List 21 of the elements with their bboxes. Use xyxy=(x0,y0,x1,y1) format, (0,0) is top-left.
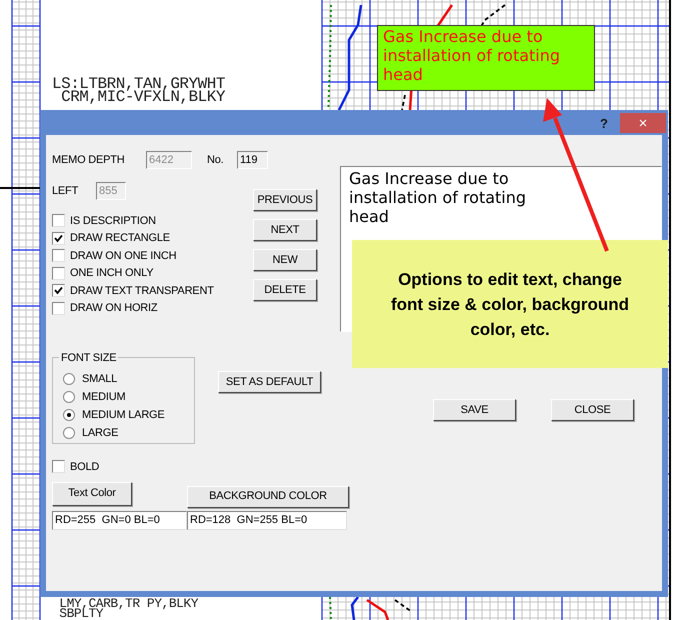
radio-label: SMALL xyxy=(82,372,118,387)
radio-label: LARGE xyxy=(82,426,118,441)
checkbox-label: BOLD xyxy=(70,460,100,474)
field-label: LEFT xyxy=(52,184,80,199)
checkbox-label: IS DESCRIPTION xyxy=(70,214,156,228)
memo-note: Gas Increase due to installation of rotating head xyxy=(377,25,595,91)
radio-label: MEDIUM LARGE xyxy=(82,408,165,423)
checkbox-label: DRAW RECTANGLE xyxy=(70,231,170,246)
checkbox-label: ONE INCH ONLY xyxy=(70,266,154,281)
checkbox-label: DRAW TEXT TRANSPARENT xyxy=(70,284,214,298)
lithology-text: LS:LTBRN,TAN,GRYWHT xyxy=(52,78,225,91)
memo-text: Gas Increase due to installation of rotating head xyxy=(348,168,528,226)
lithology-text: LMY,CARB,TR PY,BLKY xyxy=(58,599,198,609)
field-label: No. xyxy=(207,152,225,168)
field-label: MEMO DEPTH xyxy=(52,152,126,168)
lithology-text: CRM,MIC-VFXLN,BLKY xyxy=(61,91,225,104)
lithology-text: SBPLTY xyxy=(58,609,104,619)
callout-tooltip: Options to edit text, change font size & color, background color, etc. xyxy=(352,240,668,368)
checkbox-label: DRAW ON ONE INCH xyxy=(70,248,176,264)
checkbox-label: DRAW ON HORIZ xyxy=(70,301,158,316)
radio-label: MEDIUM xyxy=(82,390,126,405)
